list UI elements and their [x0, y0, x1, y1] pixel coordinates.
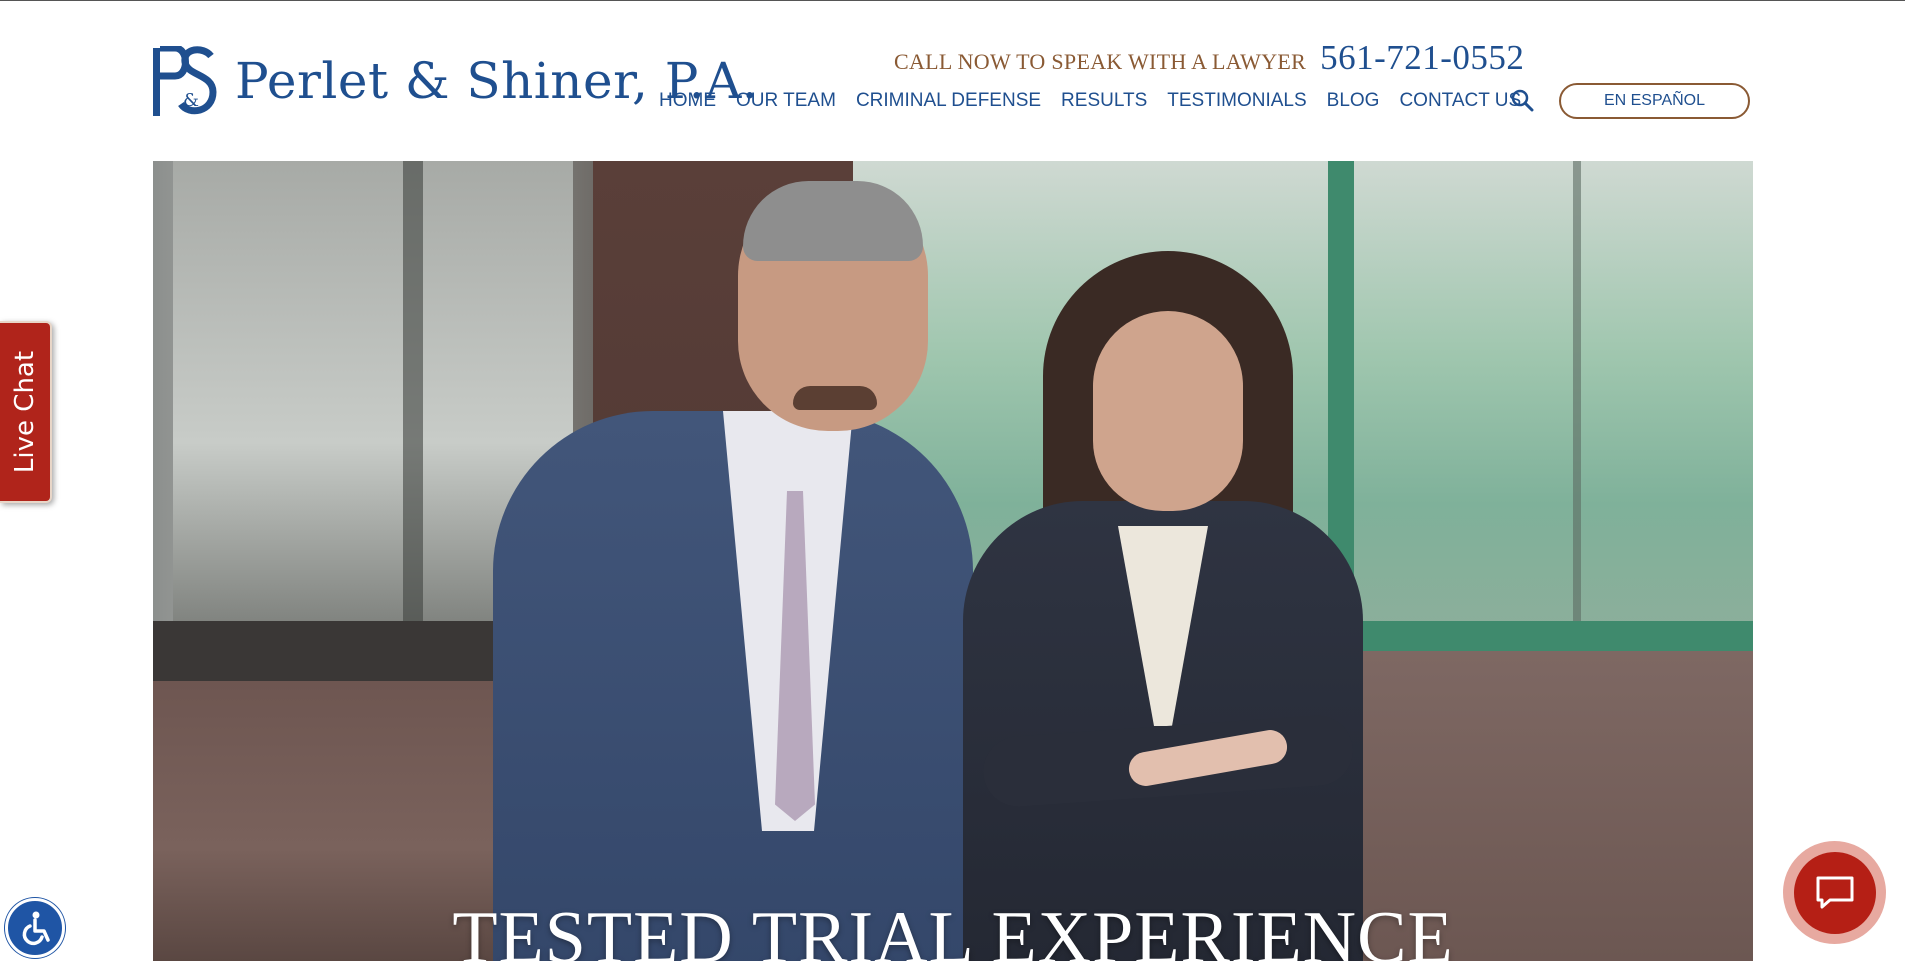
search-icon[interactable] [1510, 88, 1536, 114]
accessibility-button[interactable] [5, 898, 65, 958]
man-mustache [793, 386, 877, 410]
language-button[interactable]: EN ESPAÑOL [1559, 83, 1750, 119]
wheelchair-icon [22, 911, 50, 946]
chat-launcher-button[interactable] [1783, 841, 1886, 944]
nav-item-results[interactable]: RESULTS [1061, 90, 1147, 112]
top-border [0, 0, 1905, 1]
call-label: CALL NOW TO SPEAK WITH A LAWYER [894, 49, 1307, 74]
phone-link[interactable]: 561-721-0552 [1320, 38, 1524, 78]
woman-face [1093, 311, 1243, 511]
hero-headline: TESTED TRIAL EXPERIENCE [452, 897, 1454, 961]
chat-launcher-inner [1793, 851, 1876, 934]
svg-text:&: & [183, 90, 199, 111]
live-chat-tab[interactable]: Live Chat [0, 321, 52, 503]
chat-bubble-icon [1816, 876, 1853, 908]
nav-item-criminal-defense[interactable]: CRIMINAL DEFENSE [856, 90, 1041, 112]
nav-item-home[interactable]: HOME [659, 90, 716, 112]
man-hair [743, 181, 923, 261]
live-chat-label: Live Chat [10, 350, 40, 474]
hero-mullion [403, 161, 423, 631]
call-row: CALL NOW TO SPEAK WITH A LAWYER 561-721-… [894, 38, 1524, 78]
nav-item-contact-us[interactable]: CONTACT US [1399, 90, 1521, 112]
logo-monogram-icon: & [153, 46, 217, 116]
nav-item-blog[interactable]: BLOG [1327, 90, 1380, 112]
hero-mullion [1573, 161, 1581, 621]
nav-item-testimonials[interactable]: TESTIMONIALS [1167, 90, 1306, 112]
nav-item-our-team[interactable]: OUR TEAM [736, 90, 836, 112]
main-nav: HOME OUR TEAM CRIMINAL DEFENSE RESULTS T… [659, 90, 1541, 112]
hero-image: TESTED TRIAL EXPERIENCE [153, 161, 1753, 961]
